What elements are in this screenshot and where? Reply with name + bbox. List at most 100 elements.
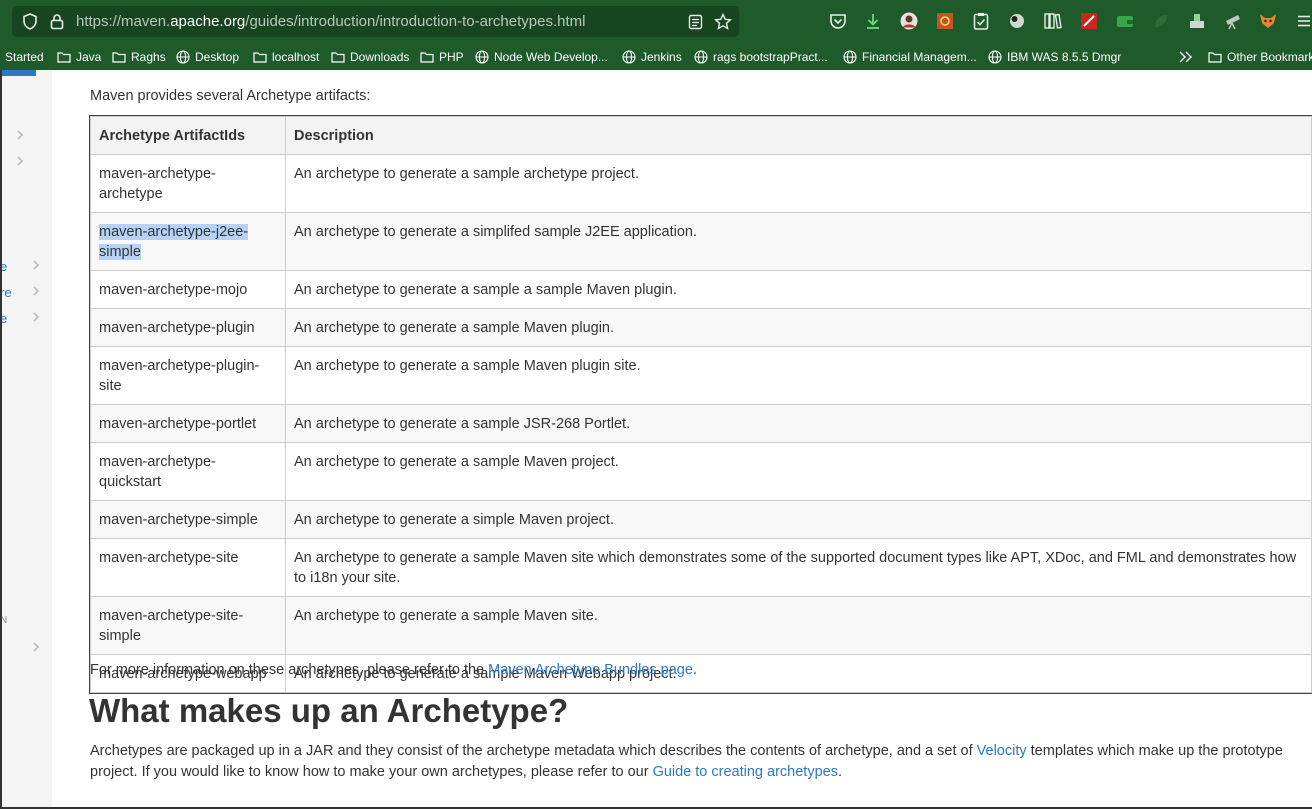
folder-icon [331, 50, 345, 64]
artifact-id-cell: maven-archetype-archetype [90, 154, 286, 213]
url-text[interactable]: https://maven.apache.org/guides/introduc… [76, 6, 585, 37]
globe-icon [622, 49, 636, 64]
description-cell: An archetype to generate a sample JSR-26… [285, 404, 1312, 443]
menu-icon[interactable] [1294, 11, 1312, 31]
bookmark-label: Started [5, 49, 44, 64]
artifact-id-cell: maven-archetype-plugin-site [90, 346, 286, 405]
bookmark-php[interactable]: PHP [420, 43, 464, 70]
bookmark-label: Jenkins [641, 49, 682, 64]
bookmark-java[interactable]: Java [57, 43, 101, 70]
bookmark-other-bookmarks[interactable]: Other Bookmarks [1208, 43, 1312, 70]
archetype-table: Archetype ArtifactIds Description maven-… [89, 115, 1312, 694]
bookmark-node-web-develop[interactable]: Node Web Develop... [475, 43, 608, 70]
description-cell: An archetype to generate a sample a samp… [285, 270, 1312, 309]
artifact-id-cell: maven-archetype-quickstart [90, 442, 286, 501]
folder-icon [112, 50, 126, 64]
bookmark-downloads[interactable]: Downloads [331, 43, 409, 70]
table-row: maven-archetype-plugin-site An archetype… [90, 346, 1312, 405]
bookmark-label: rags bootstrapPract... [713, 49, 828, 64]
bookmark-label: Desktop [195, 49, 240, 64]
shield-icon[interactable] [20, 6, 40, 37]
bookmarks-overflow-chevron-icon[interactable] [1178, 43, 1194, 70]
chevron-right-icon[interactable] [30, 285, 42, 297]
sidebar-active-indicator [0, 70, 36, 76]
chevron-right-icon[interactable] [14, 129, 26, 141]
profile-icon[interactable] [899, 11, 919, 31]
chevron-right-icon[interactable] [30, 641, 42, 653]
chevron-right-icon[interactable] [14, 155, 26, 167]
bookmark-jenkins[interactable]: Jenkins [622, 43, 682, 70]
velocity-link[interactable]: Velocity [977, 743, 1027, 759]
tool-icon[interactable] [1079, 11, 1099, 31]
bookmark-localhost[interactable]: localhost [253, 43, 319, 70]
bookmark-raghs[interactable]: Raghs [112, 43, 166, 70]
guide-creating-archetypes-link[interactable]: Guide to creating archetypes [653, 764, 838, 780]
url-bar[interactable]: https://maven.apache.org/guides/introduc… [12, 6, 739, 37]
reader-view-icon[interactable] [685, 6, 705, 37]
globe-icon [694, 49, 708, 64]
bookmark-label: Other Bookmarks [1227, 49, 1312, 64]
bookmark-label: Node Web Develop... [494, 49, 608, 64]
window-frame-left [0, 70, 2, 809]
description-cell: An archetype to generate a sample Maven … [285, 308, 1312, 347]
selected-text: maven-archetype-j2ee-simple [99, 224, 249, 260]
bookmark-label: Downloads [350, 49, 410, 64]
bookmark-financial-managem[interactable]: Financial Managem... [843, 43, 977, 70]
artifact-id-cell: maven-archetype-simple [90, 500, 286, 539]
bookmarks-bar: Started Java Raghs Desktop localhost Dow… [0, 43, 1312, 70]
more-info-suffix: . [692, 662, 697, 678]
description-cell: An archetype to generate a sample Maven … [285, 346, 1312, 405]
puzzle-icon[interactable] [1007, 11, 1027, 31]
chevron-right-icon[interactable] [30, 259, 42, 271]
extension-icon[interactable] [935, 11, 955, 31]
folder-icon [420, 50, 434, 64]
globe-icon [988, 49, 1002, 64]
bookmark-ibm-was[interactable]: IBM WAS 8.5.5 Dmgr [988, 43, 1121, 70]
column-header-artifactids: Archetype ArtifactIds [90, 116, 286, 155]
paragraph-text: Archetypes are packaged up in a JAR and … [90, 743, 977, 759]
table-row: maven-archetype-site An archetype to gen… [90, 538, 1312, 597]
bookmark-desktop[interactable]: Desktop [176, 43, 239, 70]
description-cell: An archetype to generate a sample Maven … [285, 442, 1312, 501]
description-cell: An archetype to generate a sample archet… [285, 154, 1312, 213]
library-icon[interactable] [1043, 11, 1063, 31]
left-sidebar: e re e N [0, 70, 52, 809]
bookmark-started[interactable]: Started [5, 43, 44, 70]
table-row: maven-archetype-site-simple An archetype… [90, 596, 1312, 655]
section-heading: What makes up an Archetype? [89, 692, 569, 729]
folder-icon [1208, 50, 1222, 64]
wallet-icon[interactable] [1115, 11, 1135, 31]
pocket-icon[interactable] [828, 11, 848, 31]
table-header-row: Archetype ArtifactIds Description [90, 116, 1312, 155]
table-row: maven-archetype-portlet An archetype to … [90, 404, 1312, 443]
artifact-id-cell: maven-archetype-portlet [90, 404, 286, 443]
artifact-id-cell: maven-archetype-site-simple [90, 596, 286, 655]
archetype-description-paragraph: Archetypes are packaged up in a JAR and … [90, 741, 1312, 783]
globe-icon [475, 49, 489, 64]
download-icon[interactable] [863, 11, 883, 31]
bookmark-label: Java [76, 49, 102, 64]
description-cell: An archetype to generate a simple Maven … [285, 500, 1312, 539]
globe-icon [176, 49, 190, 64]
bookmark-rags-bootstrap[interactable]: rags bootstrapPract... [694, 43, 828, 70]
bookmark-label: localhost [272, 49, 320, 64]
folder-icon [57, 50, 71, 64]
leaf-icon[interactable] [1151, 11, 1171, 31]
lock-icon[interactable] [48, 6, 66, 37]
clipboard-icon[interactable] [971, 11, 991, 31]
column-header-description: Description [285, 116, 1312, 155]
more-info-text: For more information on these archetypes… [90, 662, 697, 678]
telescope-icon[interactable] [1223, 11, 1243, 31]
table-row: maven-archetype-quickstart An archetype … [90, 442, 1312, 501]
description-cell: An archetype to generate a simplifed sam… [285, 212, 1312, 271]
archetype-bundles-link[interactable]: Maven Archetype Bundles page [488, 662, 693, 678]
fox-icon[interactable] [1258, 11, 1278, 31]
bookmark-label: Financial Managem... [862, 49, 977, 64]
artifact-id-cell: maven-archetype-site [90, 538, 286, 597]
bookmark-star-icon[interactable] [712, 6, 734, 37]
chevron-right-icon[interactable] [30, 311, 42, 323]
intro-text: Maven provides several Archetype artifac… [90, 88, 371, 104]
description-cell: An archetype to generate a sample Maven … [285, 596, 1312, 655]
artifact-id-cell: maven-archetype-mojo [90, 270, 286, 309]
inbox-icon[interactable] [1187, 11, 1207, 31]
